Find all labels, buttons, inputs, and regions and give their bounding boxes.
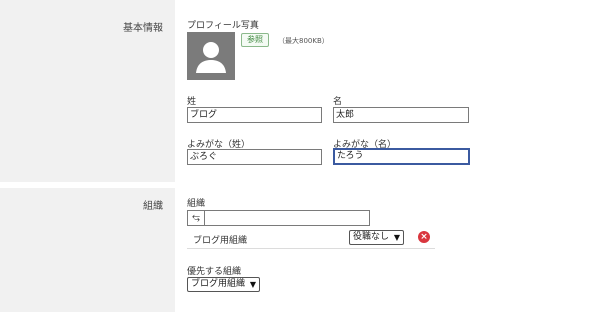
first-name-kana-input[interactable]: たろう (333, 148, 470, 165)
basic-info-section-title: 基本情報 (123, 23, 163, 34)
basic-info-label-column: 基本情報 (0, 0, 175, 182)
organization-label-column: 組織 (0, 188, 175, 312)
first-name-input[interactable]: 太郎 (333, 107, 469, 123)
person-silhouette-icon (196, 42, 226, 73)
first-name-label: 名 (333, 97, 343, 107)
organization-label: 組織 (187, 199, 206, 209)
priority-organization-label: 優先する組織 (187, 267, 242, 277)
remove-circle-icon[interactable]: × (418, 231, 430, 243)
organization-search-input[interactable] (204, 210, 370, 226)
organization-row-divider (187, 248, 435, 249)
role-select[interactable]: 役職なし ▼ (349, 230, 405, 245)
role-select-value: 役職なし (353, 232, 390, 242)
browse-button[interactable]: 参照 (241, 33, 269, 47)
organization-section-title: 組織 (143, 201, 163, 212)
avatar (187, 32, 235, 80)
profile-photo-label: プロフィール写真 (187, 21, 259, 31)
last-name-kana-input[interactable]: ぶろぐ (187, 149, 322, 165)
last-name-input[interactable]: ブログ (187, 107, 322, 123)
chevron-down-icon: ▼ (393, 233, 401, 242)
priority-organization-select[interactable]: ブログ用組織 ▼ (187, 277, 261, 292)
chevron-down-icon: ▼ (249, 280, 257, 289)
org-tree-icon[interactable]: ⥃ (187, 210, 205, 226)
file-size-hint: （最大800KB） (278, 37, 329, 45)
organization-row-name: ブログ用組織 (193, 236, 248, 246)
last-name-label: 姓 (187, 97, 197, 107)
priority-select-value: ブログ用組織 (191, 279, 246, 289)
